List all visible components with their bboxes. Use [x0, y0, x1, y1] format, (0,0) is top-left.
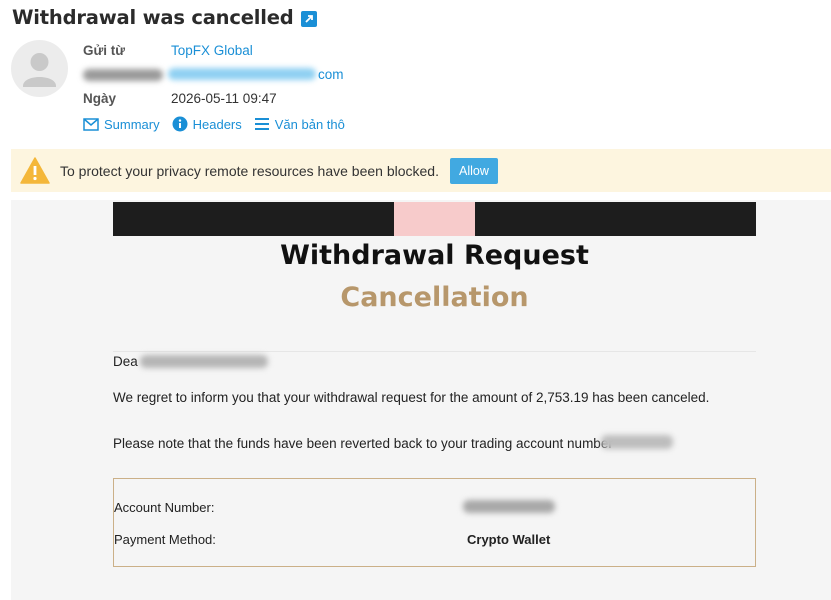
- header-view-links: Summary Headers Văn bản thô: [83, 116, 357, 132]
- summary-link-label: Summary: [104, 116, 160, 132]
- user-silhouette-icon: [23, 53, 56, 87]
- redacted-account-number-value: [463, 500, 555, 513]
- sender-avatar: [11, 40, 68, 97]
- sender-name-link[interactable]: TopFX Global: [171, 43, 253, 58]
- email-header-banner-image: [113, 202, 756, 236]
- headers-link-label: Headers: [192, 116, 242, 132]
- privacy-warning-bar: To protect your privacy remote resources…: [11, 149, 831, 192]
- privacy-warning-text: To protect your privacy remote resources…: [60, 162, 439, 179]
- date-value: 2026-05-11 09:47: [171, 91, 277, 106]
- funds-reverted-paragraph: Please note that the funds have been rev…: [113, 436, 613, 451]
- allow-remote-resources-button[interactable]: Allow: [449, 157, 498, 184]
- account-number-label: Account Number:: [114, 500, 215, 515]
- redacted-email-domain: [168, 68, 316, 80]
- content-divider: [113, 351, 756, 352]
- account-details-box: Account Number: Payment Method: Crypto W…: [113, 478, 756, 567]
- lines-icon: [254, 118, 269, 130]
- raw-text-link[interactable]: Văn bản thô: [254, 117, 345, 132]
- message-subject: Withdrawal was cancelled: [12, 6, 294, 29]
- raw-text-link-label: Văn bản thô: [274, 116, 345, 132]
- info-icon: [172, 116, 188, 132]
- message-subject-row: Withdrawal was cancelled: [12, 6, 318, 29]
- envelope-icon: [83, 117, 99, 131]
- summary-link[interactable]: Summary: [83, 117, 160, 132]
- redacted-email-part: [83, 69, 163, 81]
- banner-pink-block: [394, 202, 475, 236]
- open-external-icon[interactable]: [301, 11, 318, 27]
- sender-email-suffix[interactable]: com: [318, 67, 344, 82]
- cancellation-paragraph: We regret to inform you that your withdr…: [113, 390, 710, 405]
- from-label: Gửi từ: [83, 43, 126, 58]
- payment-method-label: Payment Method:: [114, 532, 216, 547]
- redacted-account-number: [601, 435, 673, 449]
- warning-icon: [20, 156, 50, 186]
- greeting-text: Dea: [113, 354, 138, 369]
- headers-link[interactable]: Headers: [172, 116, 242, 132]
- date-label: Ngày: [83, 91, 117, 106]
- redacted-recipient-name: [140, 355, 268, 368]
- email-title-line2: Cancellation: [340, 282, 529, 313]
- email-title-line1: Withdrawal Request: [280, 240, 589, 271]
- payment-method-value: Crypto Wallet: [467, 532, 551, 547]
